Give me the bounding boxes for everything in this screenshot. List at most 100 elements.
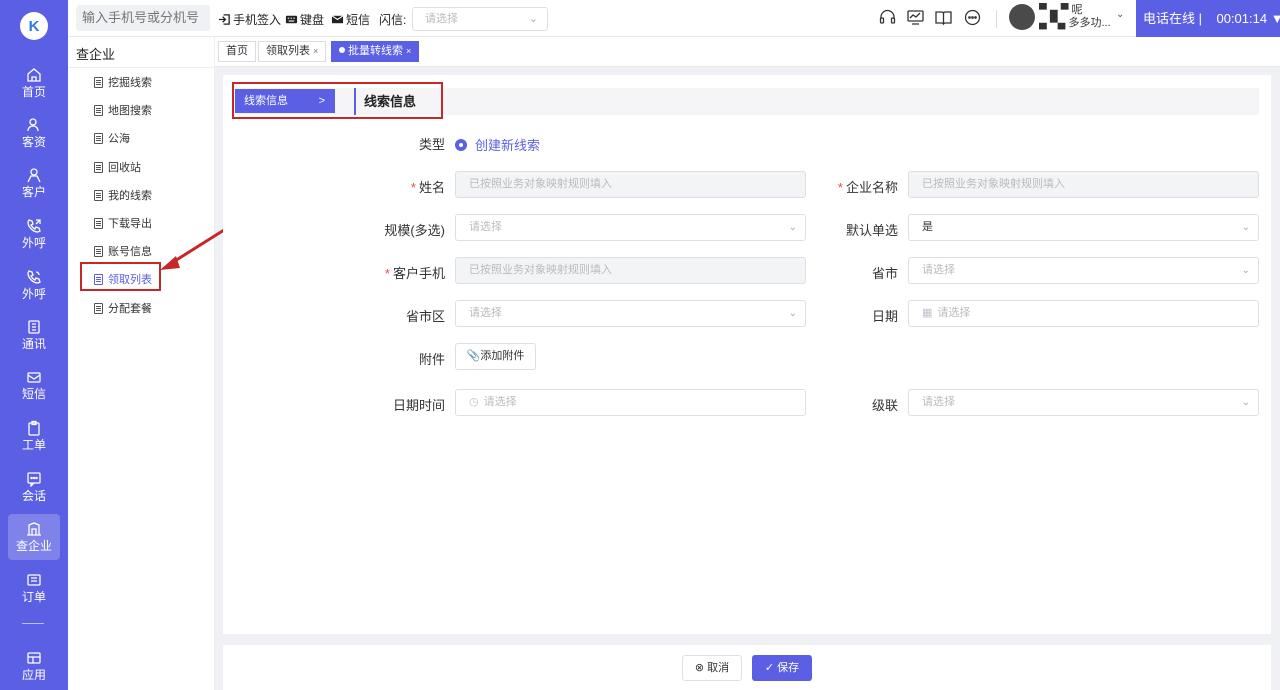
rail-item-chat[interactable]: 会话 (8, 464, 60, 510)
rail-label: 客户 (21, 185, 46, 199)
submenu-item[interactable]: 下载导出 (94, 215, 152, 231)
submenu-item[interactable]: 地图搜索 (94, 102, 152, 118)
user-name[interactable]: ▀ ▄ ▀ 呢 ▄ ▀▄ 多多功... (1039, 4, 1111, 30)
submenu-item[interactable]: 回收站 (94, 159, 141, 175)
rail-item-ticket[interactable]: 工单 (8, 413, 60, 459)
phone-out-icon (27, 219, 41, 233)
region-select[interactable]: 请选择 ⌄ (455, 300, 806, 327)
default-select[interactable]: 是 ⌄ (908, 214, 1259, 241)
rail-item-home[interactable]: 首页 (8, 60, 60, 106)
sms-button[interactable]: 短信 (331, 11, 370, 28)
rail-item-order[interactable]: 订单 (8, 565, 60, 611)
mobile-field[interactable]: 已按照业务对象映射规则填入 (455, 257, 806, 284)
scale-label: 规模(多选) (384, 223, 445, 238)
type-radio[interactable]: 创建新线索 (455, 135, 540, 154)
search-input[interactable] (76, 5, 210, 31)
phone-status[interactable]: 电话在线 | 00:01:14 ▼ (1136, 0, 1280, 37)
tab-batch-convert[interactable]: 批量转线索 × (331, 41, 420, 62)
rail-label: 首页 (21, 85, 46, 99)
apps-icon (27, 652, 41, 664)
tab-claim-list[interactable]: 领取列表 × (258, 41, 327, 62)
rail-label: 通讯 (21, 337, 46, 351)
rail-item-customer[interactable]: 客户 (8, 160, 60, 206)
default-label: 默认单选 (845, 223, 898, 238)
sms-label: 短信 (346, 13, 371, 27)
submenu-item-label: 回收站 (108, 162, 141, 174)
message-icon[interactable] (963, 8, 982, 27)
submenu-title: 查企业 (76, 47, 116, 62)
save-label: 保存 (777, 662, 800, 674)
paperclip-icon: 📎 (466, 350, 481, 362)
datetime-picker[interactable]: ◷ 请选择 (455, 389, 806, 416)
tab-home[interactable]: 首页 (218, 41, 256, 62)
name-field[interactable]: 已按照业务对象映射规则填入 (455, 171, 806, 198)
document-icon (94, 76, 103, 88)
book-icon[interactable] (934, 8, 953, 27)
rail-label: 订单 (21, 590, 46, 604)
rail-item-contacts[interactable]: 通讯 (8, 312, 60, 358)
rail-item-outbound[interactable]: 外呼 (8, 211, 60, 257)
cascade-select[interactable]: 请选择 ⌄ (908, 389, 1259, 416)
cancel-button[interactable]: ⊗ 取消 (682, 655, 742, 681)
submenu-item[interactable]: 我的线索 (94, 187, 152, 203)
rail-item-leads[interactable]: 客资 (8, 110, 60, 156)
rail-label: 应用 (21, 668, 46, 682)
avatar[interactable] (1009, 4, 1035, 30)
company-label: * 企业名称 (778, 177, 898, 196)
add-attachment-button[interactable]: 📎添加附件 (455, 343, 536, 370)
mobile-label: * 客户手机 (325, 263, 445, 282)
province-select[interactable]: 请选择 ⌄ (908, 257, 1259, 284)
keyboard-icon (285, 15, 298, 24)
region-label: 省市区 (405, 309, 445, 324)
company-field[interactable]: 已按照业务对象映射规则填入 (908, 171, 1259, 198)
highlight-box (232, 82, 443, 119)
phone-signin-button[interactable]: 手机签入 (218, 11, 281, 28)
type-radio-label: 创建新线索 (475, 138, 541, 153)
highlight-box (80, 262, 161, 291)
left-nav-rail: K 首页 客资 客户 外呼 外呼 通讯 短信 工单 会话 查企业 订单 应用 (0, 0, 68, 690)
submenu-item-label: 账号信息 (108, 246, 152, 258)
rail-item-company[interactable]: 查企业 (8, 514, 60, 560)
rail-item-apps[interactable]: 应用 (8, 643, 60, 689)
phone-status-label: 电话在线 (1143, 11, 1196, 26)
save-button[interactable]: ✓ 保存 (752, 655, 812, 681)
submenu-item-label: 公海 (108, 133, 130, 145)
company-label-text: 企业名称 (845, 180, 898, 195)
submenu-item[interactable]: 账号信息 (94, 243, 152, 259)
cascade-select-placeholder: 请选择 (922, 396, 955, 408)
mobile-label-text: 客户手机 (392, 266, 445, 281)
call-timer: 00:01:14 (1216, 11, 1268, 26)
rail-item-outbound-2[interactable]: 外呼 (8, 262, 60, 308)
monitor-icon[interactable] (906, 8, 925, 27)
name-label: * 姓名 (325, 177, 445, 196)
submenu-item[interactable]: 公海 (94, 130, 130, 146)
keyboard-button[interactable]: 键盘 (285, 11, 324, 28)
sub-menu: 查企业 挖掘线索 地图搜索 公海 回收站 我的线索 下载导出 账号信息 领取列表… (68, 37, 215, 690)
user-icon (27, 168, 41, 183)
chevron-down-icon: ⌄ (1241, 265, 1250, 276)
header-divider (996, 10, 997, 28)
clock-icon: ◷ (469, 396, 479, 408)
date-picker[interactable]: ▦ 请选择 (908, 300, 1259, 327)
default-select-value: 是 (922, 221, 933, 233)
rail-item-sms[interactable]: 短信 (8, 362, 60, 408)
submenu-item[interactable]: 挖掘线索 (94, 74, 152, 90)
caret-down-icon[interactable]: ▼ (1271, 11, 1280, 26)
close-icon[interactable]: × (313, 46, 318, 56)
chat-icon (27, 472, 41, 487)
active-dot-icon (339, 47, 345, 54)
tab-bar: 首页 领取列表 × 批量转线索 × (215, 37, 1280, 67)
scale-select[interactable]: 请选择 ⌄ (455, 214, 806, 241)
type-label: 类型 (418, 137, 445, 152)
app-logo: K (20, 12, 48, 40)
close-icon[interactable]: × (406, 46, 411, 56)
submenu-item[interactable]: 分配套餐 (94, 300, 152, 316)
region-select-placeholder: 请选择 (469, 307, 502, 319)
chevron-down-icon[interactable]: ⌄ (1116, 9, 1124, 20)
headset-icon[interactable] (878, 8, 897, 27)
sms-icon (27, 372, 41, 383)
document-icon (94, 302, 103, 314)
chevron-down-icon: ⌄ (1241, 397, 1250, 408)
flash-select[interactable]: 请选择 ⌄ (412, 7, 548, 31)
required-mark: * (384, 266, 390, 281)
